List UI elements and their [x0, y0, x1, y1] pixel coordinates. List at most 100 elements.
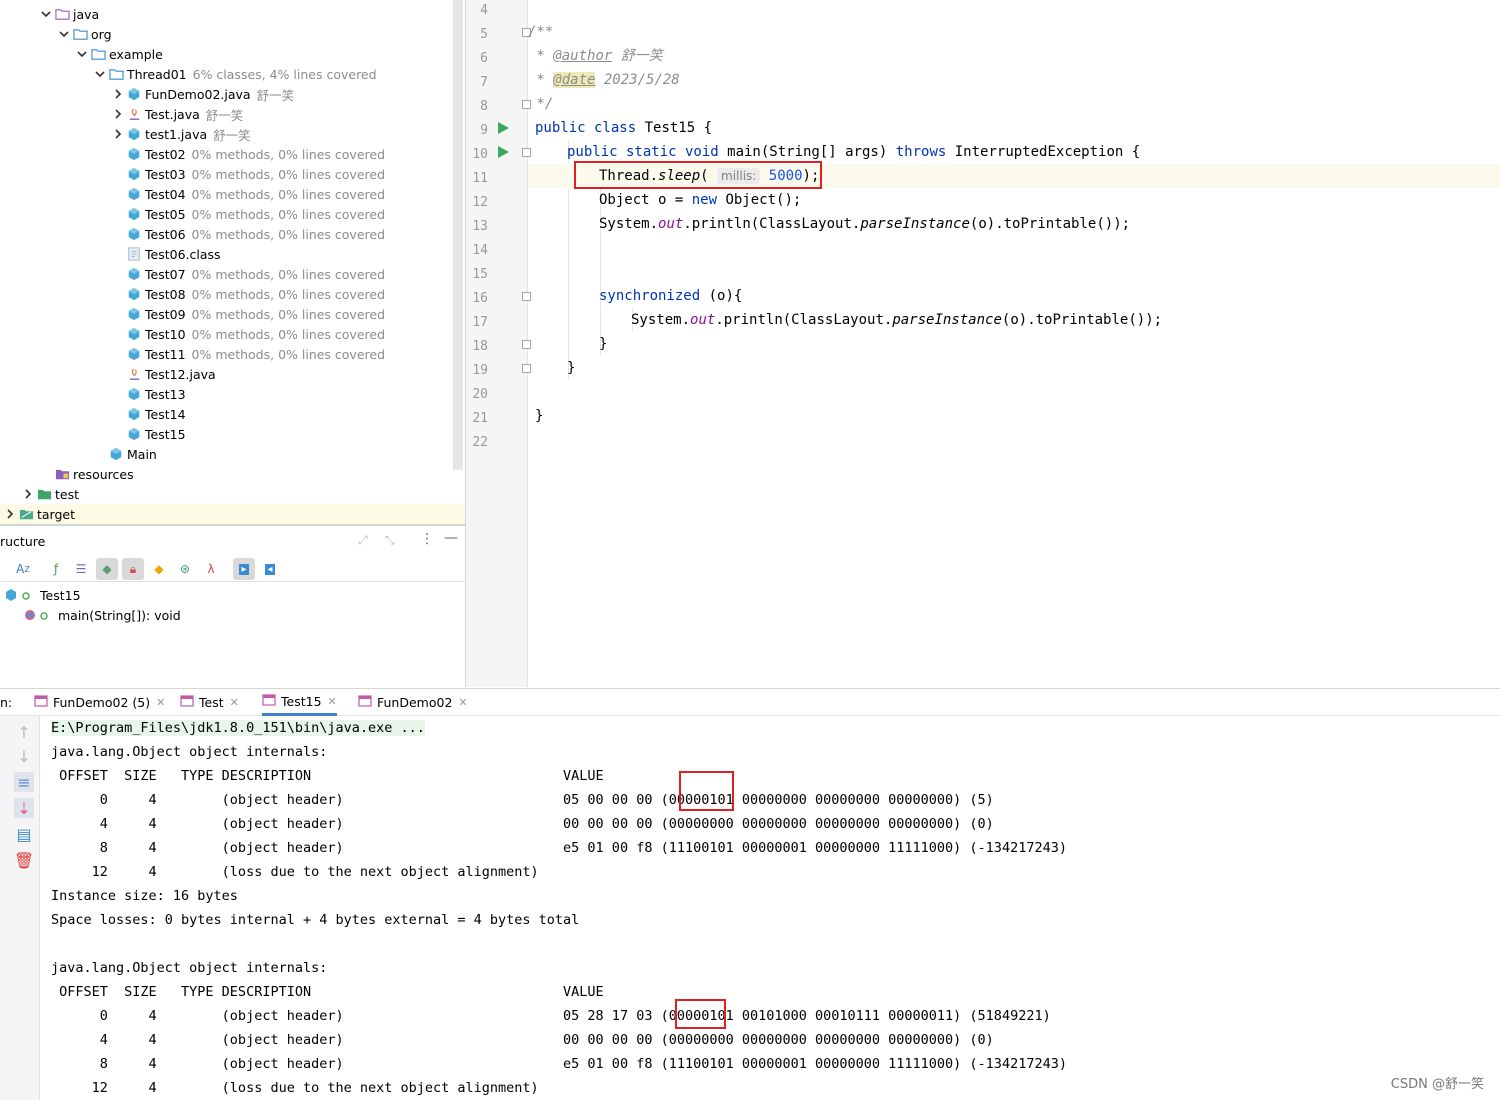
run-tab-label: Test15: [281, 693, 322, 709]
expand-all-icon[interactable]: ⤢: [358, 533, 368, 548]
run-tab[interactable]: FunDemo02 (5) ✕: [34, 689, 165, 716]
tree-item[interactable]: java: [0, 4, 465, 24]
scroll-down-icon[interactable]: ↓: [14, 746, 34, 766]
line-number: 6: [480, 51, 488, 66]
code-area[interactable]: /** * @author 舒一笑 * @date 2023/5/28 */ p…: [528, 0, 1500, 687]
method-icon: [25, 610, 48, 620]
print-icon[interactable]: ▤: [14, 824, 34, 844]
tree-item[interactable]: Test04 0% methods, 0% lines covered: [0, 184, 465, 204]
chevron-down-icon[interactable]: [92, 66, 108, 82]
package-icon: [90, 46, 106, 62]
closing-brace: }: [599, 336, 608, 352]
show-inherited-icon[interactable]: ⊛: [174, 558, 196, 580]
tree-item-meta: 舒一笑: [213, 127, 251, 143]
run-main-icon[interactable]: [496, 145, 510, 159]
tree-item[interactable]: Test08 0% methods, 0% lines covered: [0, 284, 465, 304]
run-tab[interactable]: FunDemo02 ✕: [358, 689, 468, 716]
tree-item-label: java: [73, 6, 100, 22]
console-text: OFFSET SIZE TYPE DESCRIPTION VALUE: [51, 768, 604, 784]
minimize-icon[interactable]: —: [444, 530, 458, 546]
tree-item-label: resources: [73, 466, 134, 482]
run-tab[interactable]: Test15 ✕: [262, 689, 337, 716]
tree-item[interactable]: Test11 0% methods, 0% lines covered: [0, 344, 465, 364]
class-icon: [6, 589, 30, 601]
date-tag: @date: [553, 72, 596, 88]
tree-item-meta: 0% methods, 0% lines covered: [191, 166, 386, 182]
tree-item[interactable]: example: [0, 44, 465, 64]
tree-item[interactable]: Test03 0% methods, 0% lines covered: [0, 164, 465, 184]
sort-alphabetically-icon[interactable]: AZ: [12, 558, 34, 580]
show-properties-icon[interactable]: ◆: [96, 558, 118, 580]
run-class-icon[interactable]: [496, 121, 510, 135]
tree-item[interactable]: test1.java 舒一笑: [0, 124, 465, 144]
tree-item[interactable]: target: [0, 504, 465, 524]
close-tab-icon[interactable]: ✕: [328, 695, 337, 708]
code-line-18: }: [528, 332, 1500, 356]
tree-item[interactable]: Test07 0% methods, 0% lines covered: [0, 264, 465, 284]
tree-item[interactable]: Test10 0% methods, 0% lines covered: [0, 324, 465, 344]
chevron-right-icon[interactable]: [20, 486, 36, 502]
package-icon: [72, 26, 88, 42]
tree-item[interactable]: Test09 0% methods, 0% lines covered: [0, 304, 465, 324]
tree-item-label: Test09: [145, 306, 186, 322]
scroll-to-end-icon[interactable]: ⇣: [14, 798, 34, 818]
tree-item[interactable]: test: [0, 484, 465, 504]
tree-item-label: Test13: [145, 386, 186, 402]
class-icon: [126, 386, 142, 402]
chevron-down-icon[interactable]: [56, 26, 72, 42]
show-fields-icon[interactable]: ◆: [148, 558, 170, 580]
tree-item[interactable]: Test14: [0, 404, 465, 424]
code-editor[interactable]: 4 5 6 7 8 9 10 11 12 13 14 15 16 17 18 19 20 21 22 /** * @…: [465, 0, 1500, 687]
tree-item[interactable]: Test.java 舒一笑: [0, 104, 465, 124]
tree-item-label: test: [55, 486, 80, 502]
structure-method-row[interactable]: main(String[]): void: [22, 605, 181, 625]
tree-item[interactable]: Test15: [0, 424, 465, 444]
autoscroll-from-source-icon[interactable]: ◂: [259, 558, 281, 580]
tree-item[interactable]: Test06 0% methods, 0% lines covered: [0, 224, 465, 244]
chevron-down-icon[interactable]: [38, 6, 54, 22]
chevron-right-icon[interactable]: [110, 106, 126, 122]
line-number: 22: [472, 435, 488, 450]
scroll-up-icon[interactable]: ↑: [14, 722, 34, 742]
project-tree-scrollbar[interactable]: [453, 0, 463, 470]
tree-item[interactable]: Test12.java: [0, 364, 465, 384]
tree-item[interactable]: Test02 0% methods, 0% lines covered: [0, 144, 465, 164]
chevron-right-icon[interactable]: [2, 506, 18, 522]
chevron-right-icon[interactable]: [110, 86, 126, 102]
tree-item[interactable]: Main: [0, 444, 465, 464]
tree-item[interactable]: Test06.class: [0, 244, 465, 264]
show-non-public-icon[interactable]: 🔒︎: [122, 558, 144, 580]
class-icon: [126, 346, 142, 362]
watermark: CSDN @舒一笑: [1390, 1077, 1484, 1092]
tree-item[interactable]: org: [0, 24, 465, 44]
show-lambdas-icon[interactable]: λ: [200, 558, 222, 580]
collapse-all-icon[interactable]: ⤡: [385, 533, 395, 548]
sort-by-visibility-icon[interactable]: ƒ: [45, 558, 67, 580]
soft-wrap-icon[interactable]: ≡: [14, 772, 34, 792]
run-tab-label: Test: [199, 695, 224, 710]
tree-item[interactable]: resources: [0, 464, 465, 484]
close-tab-icon[interactable]: ✕: [156, 696, 165, 709]
close-tab-icon[interactable]: ✕: [230, 696, 239, 709]
console-text: Instance size: 16 bytes: [51, 888, 238, 904]
structure-class-row[interactable]: Test15: [6, 585, 81, 605]
run-tab[interactable]: Test ✕: [180, 689, 239, 716]
chevron-down-icon[interactable]: [74, 46, 90, 62]
code-token: .println(ClassLayout.: [683, 216, 861, 232]
tree-item[interactable]: Thread01 6% classes, 4% lines covered: [0, 64, 465, 84]
code-line-12: Object o = new Object();: [528, 188, 1500, 212]
more-options-icon[interactable]: ⋮: [420, 531, 434, 547]
console-text: 4 4 (object header) 00 00 00 00 (0000000…: [51, 1032, 994, 1048]
group-methods-icon[interactable]: ☰: [70, 558, 92, 580]
autoscroll-to-source-icon[interactable]: ▸: [233, 558, 255, 580]
tree-item[interactable]: Test05 0% methods, 0% lines covered: [0, 204, 465, 224]
code-line-5: /**: [528, 20, 1500, 44]
close-tab-icon[interactable]: ✕: [458, 696, 467, 709]
tree-item[interactable]: Test13: [0, 384, 465, 404]
chevron-right-icon[interactable]: [110, 126, 126, 142]
run-console[interactable]: ↑ ↓ ≡ ⇣ ▤ 🗑︎ E:\Program_Files\jdk1.8.0_1…: [0, 716, 1500, 1100]
console-text: 0 4 (object header) 05 00 00 00 (0000010…: [51, 792, 994, 808]
tree-item[interactable]: FunDemo02.java 舒一笑: [0, 84, 465, 104]
tree-item-label: Test10: [145, 326, 186, 342]
clear-all-icon[interactable]: 🗑︎: [14, 850, 34, 870]
